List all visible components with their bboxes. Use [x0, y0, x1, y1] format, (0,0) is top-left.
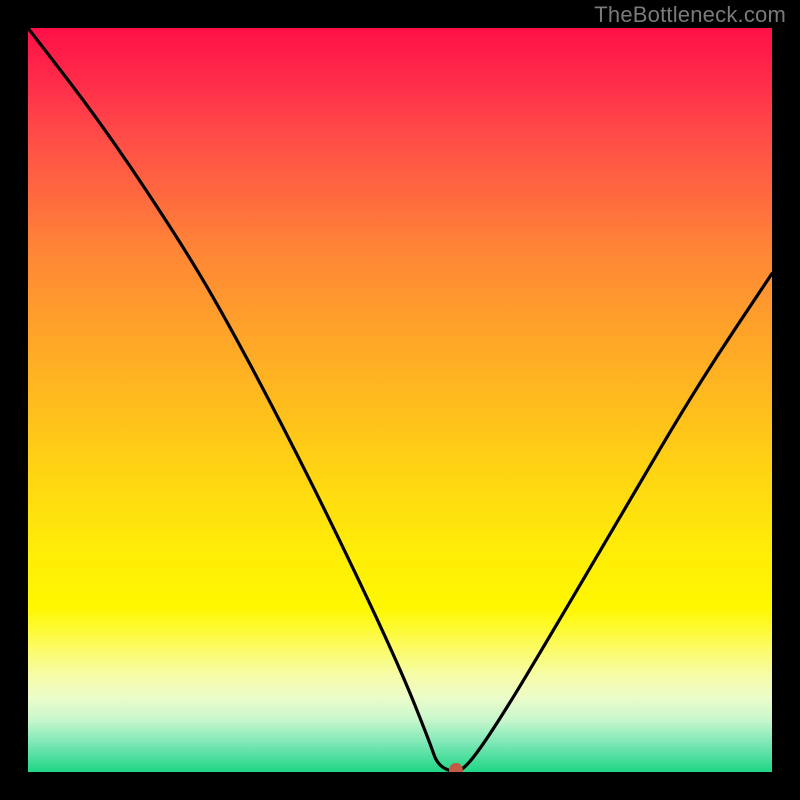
optimum-marker [449, 763, 463, 772]
bottleneck-curve-path [28, 28, 772, 772]
plot-area [28, 28, 772, 772]
chart-frame: TheBottleneck.com [0, 0, 800, 800]
watermark-text: TheBottleneck.com [594, 2, 786, 28]
curve-svg [28, 28, 772, 772]
